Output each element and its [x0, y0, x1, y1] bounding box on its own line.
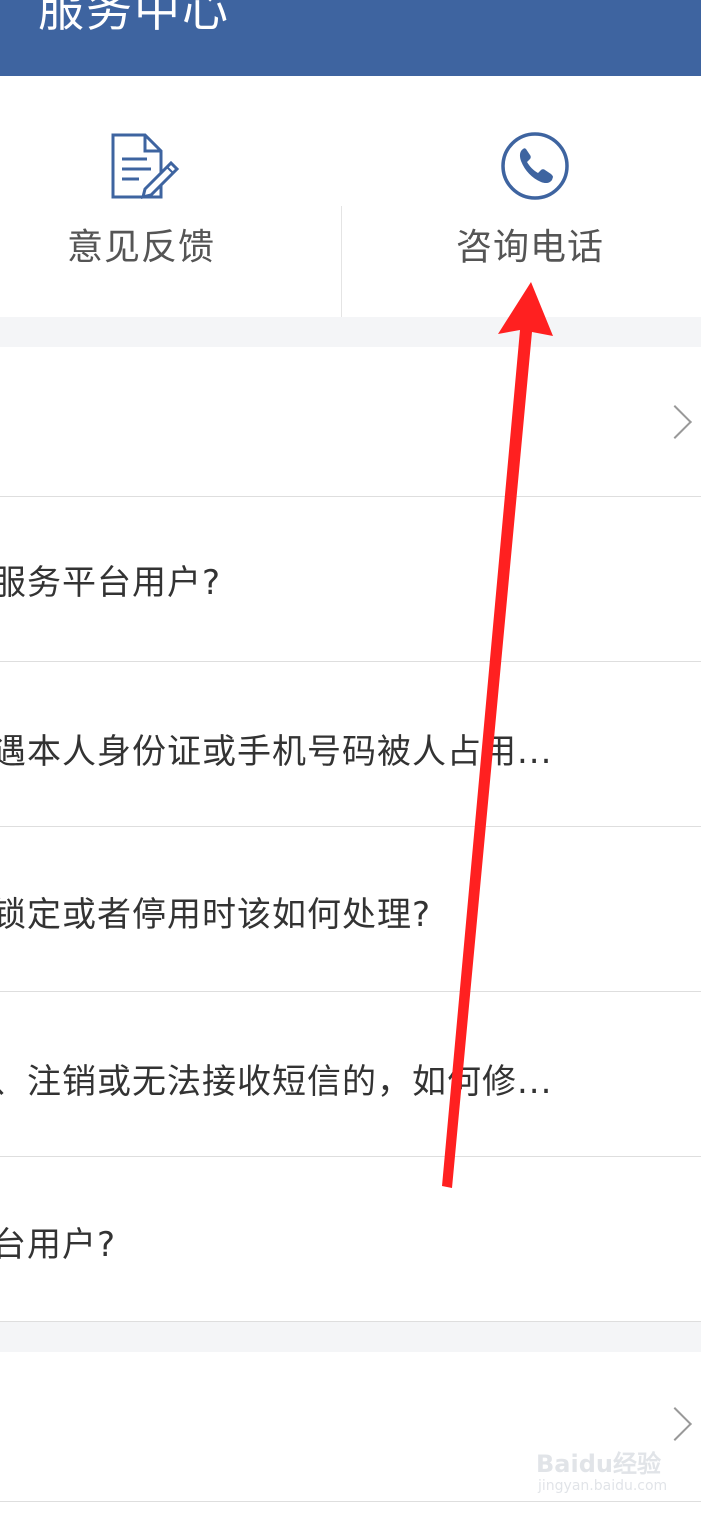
faq-item[interactable]: 台用户? — [0, 1157, 701, 1322]
consult-phone-button[interactable]: 咨询电话 — [342, 76, 701, 317]
section-separator — [0, 1322, 701, 1352]
faq-question: 遇本人身份证或手机号码被人占用... — [0, 732, 553, 772]
feedback-button[interactable]: 意见反馈 — [0, 76, 340, 317]
quick-actions: 意见反馈 咨询电话 — [0, 76, 701, 338]
app-header: 服务中心 — [0, 0, 701, 76]
menu-row[interactable] — [0, 347, 701, 497]
consult-phone-label: 咨询电话 — [456, 227, 605, 268]
faq-question: 服务平台用户? — [0, 563, 222, 603]
watermark-logo: Baidu经验 — [536, 1450, 661, 1478]
faq-question: 、注销或无法接收短信的，如何修... — [0, 1062, 553, 1102]
baidu-jingyan-watermark: Baidu经验 jingyan.baidu.com — [536, 1444, 686, 1504]
faq-item[interactable]: 锁定或者停用时该如何处理? — [0, 827, 701, 992]
faq-item[interactable]: 服务平台用户? — [0, 497, 701, 662]
faq-item[interactable]: 遇本人身份证或手机号码被人占用... — [0, 662, 701, 827]
page-title: 服务中心 — [38, 0, 230, 37]
watermark-url: jingyan.baidu.com — [538, 1478, 668, 1494]
chevron-right-icon — [658, 405, 692, 439]
document-edit-icon — [109, 131, 181, 207]
faq-question: 锁定或者停用时该如何处理? — [0, 895, 432, 935]
feedback-label: 意见反馈 — [67, 227, 216, 268]
phone-icon — [499, 130, 571, 206]
chevron-right-icon — [658, 1407, 692, 1441]
section-separator — [0, 317, 701, 347]
faq-question: 台用户? — [0, 1225, 117, 1265]
faq-item[interactable]: 、注销或无法接收短信的，如何修... — [0, 992, 701, 1157]
